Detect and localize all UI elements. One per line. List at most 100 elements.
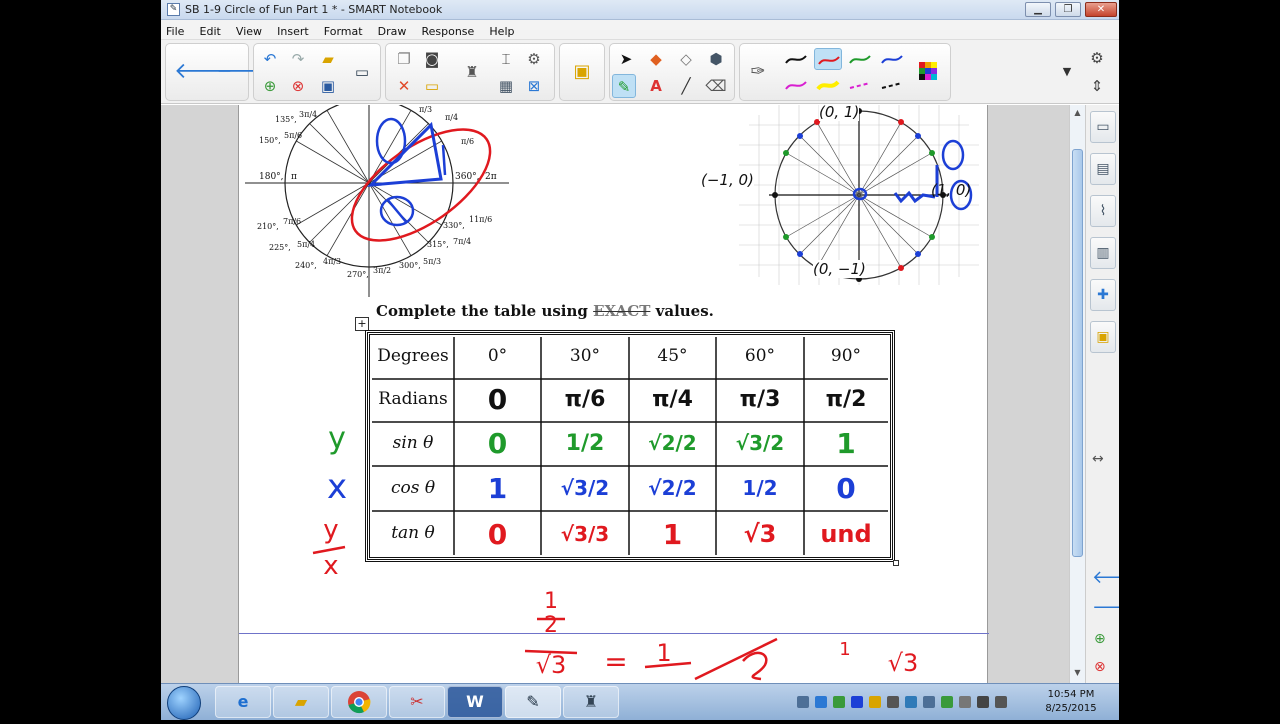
open-folder-icon[interactable]: ▰ <box>316 47 340 71</box>
volume-icon[interactable] <box>995 696 1007 708</box>
color-palette-icon[interactable] <box>916 60 940 84</box>
menu-insert[interactable]: Insert <box>272 22 314 41</box>
work-cross-strokes <box>644 637 778 681</box>
vertical-scrollbar[interactable]: ▲ ▼ <box>1069 105 1085 683</box>
menu-help[interactable]: Help <box>484 22 519 41</box>
pen-green[interactable] <box>846 48 874 70</box>
menu-draw[interactable]: Draw <box>373 22 412 41</box>
maximize-button[interactable]: ❐ <box>1055 2 1081 17</box>
lesson-activity-icon[interactable]: ▣ <box>1090 321 1116 353</box>
eraser-icon[interactable]: ◇ <box>674 47 698 71</box>
arrow-right-icon[interactable]: 🡒 <box>216 60 275 84</box>
table-icon[interactable]: ▦ <box>494 74 518 98</box>
text-format-icon[interactable]: ⌶ <box>494 47 518 71</box>
page-sorter-icon[interactable]: ▭ <box>1090 111 1116 143</box>
tray-icon-10[interactable] <box>959 696 971 708</box>
fullscreen-icon[interactable]: ⊠ <box>522 74 546 98</box>
highlighter-magenta[interactable] <box>782 74 810 96</box>
network-icon[interactable] <box>977 696 989 708</box>
tray-icon-2[interactable] <box>815 696 827 708</box>
side-panel-resize-icon[interactable]: ↔ <box>1092 451 1104 467</box>
tray-icon-5[interactable] <box>869 696 881 708</box>
tray-icon-8[interactable] <box>923 696 935 708</box>
properties-icon[interactable]: ▥ <box>1090 237 1116 269</box>
gallery-icon[interactable]: ▤ <box>1090 153 1116 185</box>
pen-icon[interactable]: ✎ <box>612 74 636 98</box>
angle-label-270: 270°, <box>347 270 369 279</box>
add-page-side-icon[interactable]: ⊕ <box>1094 631 1106 647</box>
tray-icon-3[interactable] <box>833 696 845 708</box>
notebook-page[interactable]: 135°, 3π/4 150°, 5π/6 180°, π 210°, 7π/6… <box>238 105 989 683</box>
fill-icon[interactable]: ⬢ <box>704 47 728 71</box>
menu-response[interactable]: Response <box>416 22 479 41</box>
pen-blue[interactable] <box>878 48 906 70</box>
menu-format[interactable]: Format <box>319 22 368 41</box>
tray-icon-7[interactable] <box>905 696 917 708</box>
save-icon[interactable]: ▣ <box>316 74 340 98</box>
smart-notebook-icon[interactable]: ✎ <box>505 686 561 718</box>
attachments-icon[interactable]: ⌇ <box>1090 195 1116 227</box>
table-resize-handle[interactable] <box>893 560 899 566</box>
start-orb-icon[interactable] <box>167 686 201 720</box>
tray-icon-4[interactable] <box>851 696 863 708</box>
snipping-tool-icon[interactable]: ✂ <box>389 686 445 718</box>
menu-edit[interactable]: Edit <box>195 22 226 41</box>
previous-page-icon[interactable]: 🡐 <box>1092 567 1119 588</box>
settings-gear-icon[interactable]: ⚙ <box>1085 46 1109 70</box>
next-page-icon[interactable]: 🡒 <box>1092 597 1119 618</box>
add-page-icon[interactable]: ⊕ <box>258 74 282 98</box>
redo-icon[interactable]: ↷ <box>286 47 310 71</box>
scroll-down-icon[interactable]: ▼ <box>1072 667 1083 679</box>
minimize-button[interactable]: ▁ <box>1025 2 1051 17</box>
column-header-30: 30° <box>569 346 601 366</box>
pen-properties-icon[interactable]: ✑ <box>746 60 770 84</box>
highlighter-yellow[interactable] <box>814 74 842 96</box>
radian-label-11pi6: 11π/6 <box>469 215 493 224</box>
clock-date[interactable]: 8/25/2015 <box>1031 703 1111 714</box>
pen-red[interactable] <box>814 48 842 70</box>
paste-icon[interactable]: ❐ <box>392 47 416 71</box>
tray-icon-6[interactable] <box>887 696 899 708</box>
text-icon[interactable]: A <box>644 74 668 98</box>
measurement-tools-icon[interactable]: ⚙ <box>522 47 546 71</box>
chrome-icon[interactable] <box>331 686 387 718</box>
word-icon[interactable]: W <box>447 686 503 718</box>
menu-view[interactable]: View <box>231 22 267 41</box>
delete-page-icon[interactable]: ⊗ <box>286 74 310 98</box>
addons-icon[interactable]: ✚ <box>1090 279 1116 311</box>
screen-shade-icon[interactable]: ▭ <box>350 60 374 84</box>
camera-icon[interactable]: ◙ <box>420 47 444 71</box>
menu-bar: File Edit View Insert Format Draw Respon… <box>161 20 1119 40</box>
scroll-up-icon[interactable]: ▲ <box>1072 107 1083 119</box>
delete-page-side-icon[interactable]: ⊗ <box>1094 659 1106 675</box>
menu-file[interactable]: File <box>161 22 189 41</box>
close-button[interactable]: ✕ <box>1085 2 1117 17</box>
toolbar-overflow-icon[interactable]: ▼ <box>1055 60 1079 84</box>
toolbar-move-icon[interactable]: ⇕ <box>1085 74 1109 98</box>
shapes-icon[interactable]: ◆ <box>644 47 668 71</box>
pen-dashed-magenta[interactable] <box>846 74 874 96</box>
pen-dashed-black[interactable] <box>878 74 906 96</box>
screen-capture-icon[interactable]: ▭ <box>420 74 444 98</box>
response-icon[interactable]: ▣ <box>570 60 594 84</box>
scroll-thumb[interactable] <box>1072 149 1083 557</box>
delete-icon[interactable]: ✕ <box>392 74 416 98</box>
expand-table-icon[interactable]: + <box>355 317 369 331</box>
file-explorer-icon[interactable]: ▰ <box>273 686 329 718</box>
line-icon[interactable]: ╱ <box>674 74 698 98</box>
trig-values-table[interactable]: Degrees Radians sin θ cos θ tan θ 0° 30°… <box>365 330 895 562</box>
pen-black[interactable] <box>782 48 810 70</box>
internet-explorer-icon[interactable]: e <box>215 686 271 718</box>
angle-label-360: 360°, <box>455 172 480 182</box>
undo-icon[interactable]: ↶ <box>258 47 282 71</box>
tray-icon-1[interactable] <box>797 696 809 708</box>
smart-tools-icon[interactable]: ♜ <box>563 686 619 718</box>
clock-time[interactable]: 10:54 PM <box>1031 689 1111 700</box>
sin-cell-60: √3/2 <box>735 431 785 455</box>
magic-pen-icon[interactable]: ⌫ <box>704 74 728 98</box>
document-camera-icon[interactable]: ♜ <box>460 60 484 84</box>
arrow-left-icon[interactable]: 🡐 <box>174 60 233 84</box>
sin-cell-90: 1 <box>836 427 856 460</box>
tray-icon-9[interactable] <box>941 696 953 708</box>
select-pointer-icon[interactable]: ➤ <box>614 47 638 71</box>
